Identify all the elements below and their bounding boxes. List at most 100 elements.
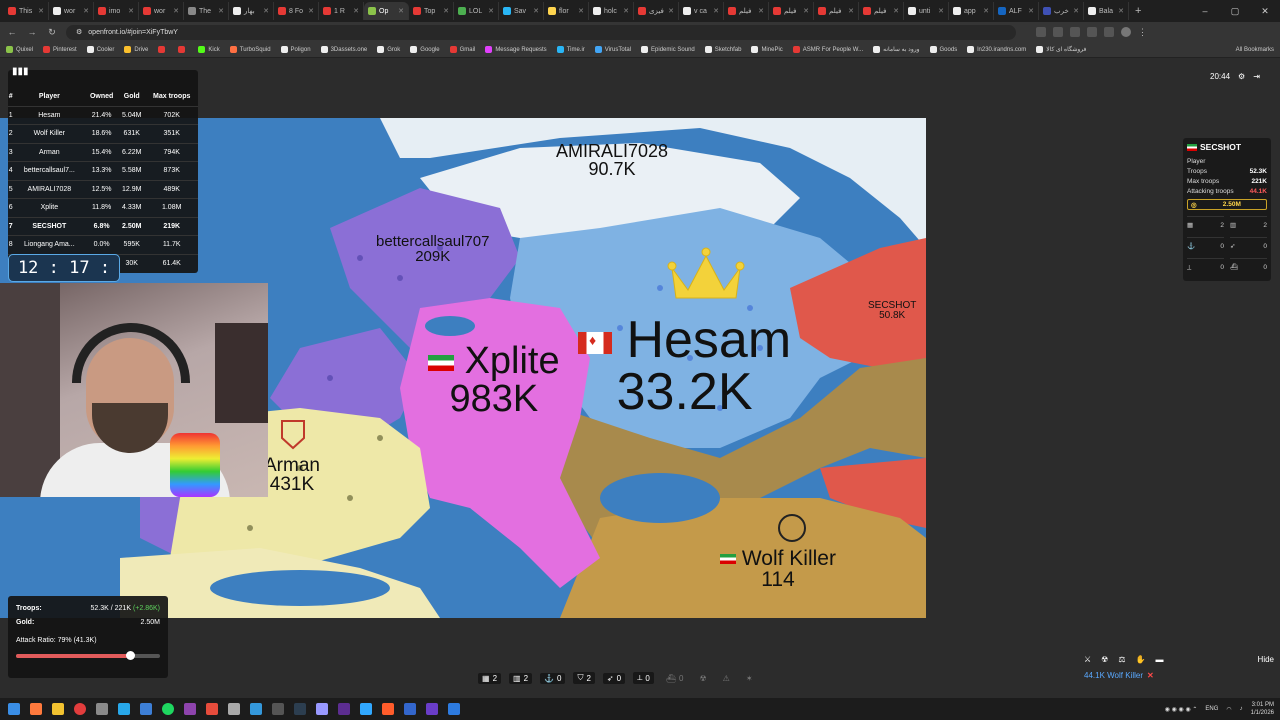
bookmark-item[interactable]: Google [410,46,440,53]
spotify-icon[interactable] [162,703,174,715]
after-effects-icon[interactable] [316,703,328,715]
app-icon[interactable] [426,703,438,715]
alliance-icon[interactable]: ✋ [1136,655,1146,664]
build-sam-button[interactable]: ⟂ 0 [633,672,654,684]
map-label-amirali[interactable]: AMIRALI7028 90.7K [556,142,668,178]
browser-tab[interactable]: Sav ✕ [499,2,544,20]
browser-tab[interactable]: فیزی ✕ [634,2,679,20]
build-missile-button[interactable]: ➶ 0 [602,672,626,684]
close-window-button[interactable]: ✕ [1250,0,1280,22]
bookmark-item[interactable]: Time.ir [556,46,585,53]
browser-tab[interactable]: This ✕ [4,2,49,20]
premiere-icon[interactable] [338,703,350,715]
telegram-icon[interactable] [118,703,130,715]
app-icon[interactable] [294,703,306,715]
browser-tab[interactable]: holc ✕ [589,2,634,20]
leaderboard-row[interactable]: 1 Hesam 21.4% 5.04M 702K [8,105,198,125]
leaderboard-row[interactable]: 6 Xplite 11.8% 4.33M 1.08M [8,198,198,217]
sword-icon[interactable]: ⚔ [1084,655,1091,664]
trade-icon[interactable]: ⚖ [1118,655,1125,664]
leaderboard-row[interactable]: 7 SECSHOT 6.8% 2.50M 219K [8,216,198,236]
tab-close-icon[interactable]: ✕ [38,7,44,15]
tab-close-icon[interactable]: ✕ [488,7,494,15]
leaderboard-row[interactable]: 4 bettercallsaul7... 13.3% 5.58M 873K [8,161,198,180]
bookmark-item[interactable]: Drive [124,46,148,53]
app-icon[interactable] [184,703,196,715]
tab-close-icon[interactable]: ✕ [1028,7,1034,15]
wifi-icon[interactable]: ◠ [1226,706,1231,713]
chrome-icon[interactable] [74,703,86,715]
tab-close-icon[interactable]: ✕ [578,7,584,15]
app-icon[interactable] [228,703,240,715]
browser-tab[interactable]: خرب ✕ [1039,2,1084,20]
extension-icon[interactable] [1053,27,1063,37]
tab-close-icon[interactable]: ✕ [353,7,359,15]
map-label-xplite[interactable]: Xplite 983K [428,342,560,418]
leaderboard-row[interactable]: 8 Liongang Ama... 0.0% 595K 11.7K [8,235,198,254]
build-port-button[interactable]: ⚓ 0 [540,672,566,684]
browser-tab[interactable]: unti ✕ [904,2,949,20]
tab-close-icon[interactable]: ✕ [983,7,989,15]
map-label-hesam[interactable]: Hesam 33.2K [578,314,791,418]
outgoing-attack-message[interactable]: 44.1K Wolf Killer ✕ [1084,671,1274,680]
tab-close-icon[interactable]: ✕ [443,7,449,15]
browser-tab[interactable]: 1 R ✕ [319,2,364,20]
photoshop-icon[interactable] [360,703,372,715]
tab-close-icon[interactable]: ✕ [173,7,179,15]
map-label-secshot[interactable]: SECSHOT 50.8K [868,301,916,321]
app-icon[interactable] [272,703,284,715]
game-viewport[interactable]: AMIRALI7028 90.7K bettercallsaul707 209K… [0,58,1280,698]
tab-close-icon[interactable]: ✕ [83,7,89,15]
app-icon[interactable] [382,703,394,715]
browser-tab[interactable]: 8 Fo ✕ [274,2,319,20]
bookmark-item[interactable]: Poligon [280,46,311,53]
browser-tab[interactable]: LOL ✕ [454,2,499,20]
chat-icon[interactable]: ▬ [1155,655,1163,664]
tab-close-icon[interactable]: ✕ [803,7,809,15]
tab-close-icon[interactable]: ✕ [218,7,224,15]
tab-close-icon[interactable]: ✕ [1118,7,1124,15]
tab-close-icon[interactable]: ✕ [263,7,269,15]
tab-close-icon[interactable]: ✕ [668,7,674,15]
bookmark-item[interactable]: Grok [377,46,400,53]
build-defense-button[interactable]: ⛉ 2 [573,672,595,684]
browser-tab[interactable]: imo ✕ [94,2,139,20]
bookmark-item[interactable]: MinePic [751,46,783,53]
leaderboard-toggle-icon[interactable]: ▮▮▮ [12,66,29,77]
extension-icon[interactable] [1036,27,1046,37]
back-icon[interactable]: ← [6,27,18,37]
browser-tab[interactable]: Bala ✕ [1084,2,1129,20]
app-icon[interactable] [206,703,218,715]
new-tab-button[interactable]: + [1129,5,1147,17]
all-bookmarks-link[interactable]: All Bookmarks [1236,47,1274,53]
bookmark-item[interactable]: 3Dassets.one [320,46,367,53]
app-icon[interactable] [250,703,262,715]
language-indicator[interactable]: ENG [1205,706,1218,712]
tab-close-icon[interactable]: ✕ [308,7,314,15]
map-label-arman[interactable]: Arman 431K [264,456,320,494]
hide-events-button[interactable]: Hide [1258,655,1274,664]
settings-icon[interactable]: ⚙ [1238,72,1245,81]
leaderboard-row[interactable]: 5 AMIRALI7028 12.5% 12.9M 489K [8,179,198,199]
browser-tab[interactable]: wor ✕ [139,2,184,20]
app-icon[interactable] [96,703,108,715]
file-explorer-icon[interactable] [52,703,64,715]
browser-tab[interactable]: Op ✕ [364,2,409,20]
tab-close-icon[interactable]: ✕ [398,7,404,15]
bookmark-item[interactable]: فروشگاه ای کالا [1036,46,1086,53]
cancel-attack-icon[interactable]: ✕ [1147,671,1154,680]
url-bar[interactable]: ⚙ openfront.io/#join=XiFyTbwY [66,24,1016,40]
tab-close-icon[interactable]: ✕ [713,7,719,15]
bookmark-item[interactable]: ورود به سامانه [873,46,920,53]
exit-icon[interactable]: ⇥ [1253,72,1260,81]
leaderboard-header[interactable]: Owned [85,88,118,106]
bookmark-item[interactable]: Sketchfab [704,46,741,53]
bookmark-item[interactable]: Quixel [6,46,33,53]
leaderboard-row[interactable]: 3 Arman 15.4% 6.22M 794K [8,142,198,162]
extension-icon[interactable] [1087,27,1097,37]
app-icon[interactable] [404,703,416,715]
browser-tab[interactable]: فیلم ✕ [769,2,814,20]
bookmark-item[interactable]: Goods [929,46,957,53]
browser-tab[interactable]: wor ✕ [49,2,94,20]
bookmark-item[interactable]: ln230.irandns.com [967,46,1026,53]
